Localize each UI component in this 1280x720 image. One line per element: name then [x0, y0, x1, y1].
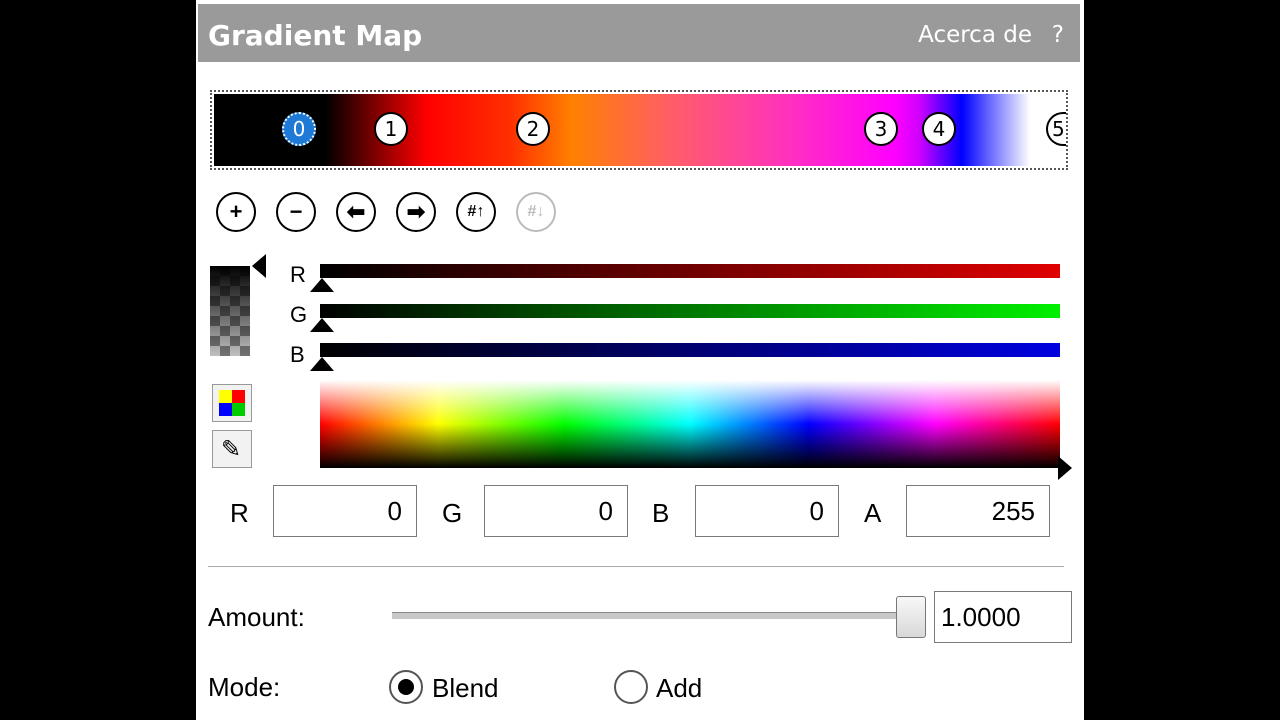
gradient-editor[interactable]: 0 1 2 3 4 5 [210, 90, 1068, 170]
radio-selected-dot [398, 679, 414, 695]
add-label[interactable]: Add [656, 673, 702, 704]
help-button[interactable]: ? [1052, 22, 1064, 48]
gradient-stop-2[interactable]: 2 [516, 112, 550, 146]
channel-label-r: R [290, 262, 306, 287]
red-handle-icon[interactable] [310, 278, 334, 292]
amount-input[interactable]: 1.0000 [934, 591, 1072, 643]
gradient-stop-1[interactable]: 1 [374, 112, 408, 146]
minus-circle-icon: − [289, 199, 303, 224]
spectrum-handle-icon[interactable] [1058, 456, 1072, 480]
reverse-icon: #↓ [527, 203, 545, 220]
arrow-right-icon: ➡ [406, 199, 426, 224]
palette-icon [219, 390, 245, 416]
blend-radio[interactable] [389, 670, 423, 704]
r-field-label: R [230, 498, 249, 528]
blue-handle-icon[interactable] [310, 357, 334, 371]
a-value-input[interactable]: 255 [906, 485, 1050, 537]
reverse-button[interactable]: #↓ [516, 192, 556, 232]
mode-label: Mode: [208, 672, 281, 702]
a-field-label: A [864, 498, 882, 528]
arrow-left-icon: ⬅ [346, 199, 366, 224]
add-stop-button[interactable]: + [216, 192, 256, 232]
b-value-input[interactable]: 0 [695, 485, 839, 537]
g-field-label: G [442, 498, 463, 528]
channel-label-g: G [290, 302, 308, 327]
channel-label-b: B [290, 342, 305, 367]
red-channel-slider[interactable] [320, 264, 1060, 278]
green-handle-icon[interactable] [310, 318, 334, 332]
gradient-map-panel: Gradient Map Acerca de ? 0 1 2 3 4 5 + −… [196, 0, 1084, 720]
remove-stop-button[interactable]: − [276, 192, 316, 232]
plus-circle-icon: + [229, 199, 243, 224]
blend-label[interactable]: Blend [432, 673, 499, 704]
about-link[interactable]: Acerca de [918, 22, 1032, 48]
green-channel-slider[interactable] [320, 304, 1060, 318]
distribute-icon: #↑ [467, 203, 485, 220]
gradient-stop-0[interactable]: 0 [282, 112, 316, 146]
move-right-button[interactable]: ➡ [396, 192, 436, 232]
alpha-handle-icon[interactable] [252, 254, 266, 278]
distribute-button[interactable]: #↑ [456, 192, 496, 232]
gradient-stop-4[interactable]: 4 [922, 112, 956, 146]
palette-button[interactable] [212, 384, 252, 422]
b-field-label: B [652, 498, 670, 528]
r-value-input[interactable]: 0 [273, 485, 417, 537]
blue-channel-slider[interactable] [320, 343, 1060, 357]
amount-slider-thumb[interactable] [896, 596, 926, 638]
divider [208, 566, 1064, 567]
color-spectrum-picker[interactable] [320, 380, 1060, 468]
amount-label: Amount: [208, 602, 305, 632]
g-value-input[interactable]: 0 [484, 485, 628, 537]
amount-slider-track[interactable] [392, 612, 912, 619]
eyedropper-button[interactable]: ✎ [212, 430, 252, 468]
add-radio[interactable] [614, 670, 648, 704]
gradient-stop-3[interactable]: 3 [864, 112, 898, 146]
move-left-button[interactable]: ⬅ [336, 192, 376, 232]
title-bar: Gradient Map Acerca de ? [198, 4, 1080, 62]
eyedropper-icon: ✎ [221, 436, 242, 463]
color-alpha-preview [210, 266, 250, 356]
panel-title: Gradient Map [208, 19, 423, 52]
